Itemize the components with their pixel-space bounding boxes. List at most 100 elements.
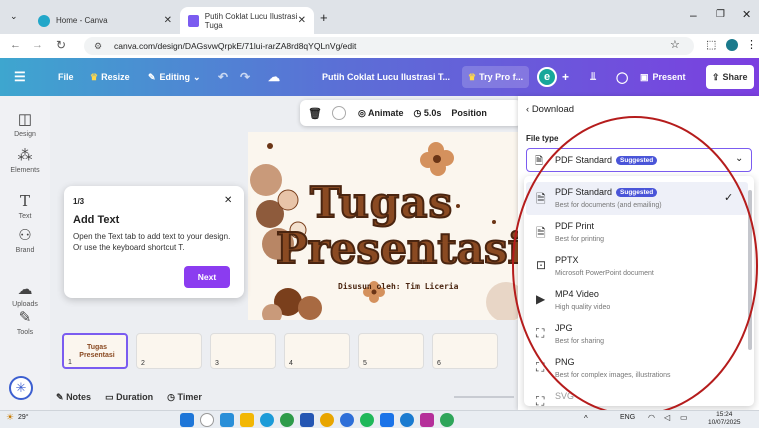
sidebar-item-tools[interactable]: ✎ Tools <box>0 308 50 336</box>
slide-thumbnail-3[interactable]: 3 <box>210 333 276 369</box>
slide-thumbnail-1[interactable]: Tugas Presentasi 1 <box>62 333 128 369</box>
share-button[interactable]: ⇪ Share <box>706 65 754 89</box>
app-icon[interactable] <box>380 413 394 427</box>
search-icon[interactable] <box>200 413 214 427</box>
back-icon[interactable]: ← <box>10 39 21 51</box>
duration-button[interactable]: ◷ 5.0s <box>414 108 442 119</box>
chevron-down-icon: ⌄ <box>193 71 201 82</box>
spotify-icon[interactable] <box>360 413 374 427</box>
clock[interactable]: 15:24 10/07/2025 <box>708 411 741 427</box>
magic-assistant-icon[interactable]: ✳ <box>9 376 33 400</box>
reload-icon[interactable]: ↻ <box>56 38 66 52</box>
app-icon[interactable] <box>400 413 414 427</box>
bookmark-star-icon[interactable]: ☆ <box>670 38 680 51</box>
insights-chart-icon[interactable]: ⫫ <box>590 58 596 96</box>
forward-icon[interactable]: → <box>32 39 43 51</box>
weather-icon[interactable]: ☀ <box>6 412 14 423</box>
editing-mode-button[interactable]: ✎ Editing ⌄ <box>148 58 201 96</box>
trash-icon[interactable]: 🗑 <box>308 107 322 120</box>
slide-thumbnail-6[interactable]: 6 <box>432 333 498 369</box>
present-button[interactable]: ▣ Present <box>640 58 686 96</box>
slide-thumbnail-2[interactable]: 2 <box>136 333 202 369</box>
sidebar-item-uploads[interactable]: ☁ Uploads <box>0 280 50 308</box>
tip-step: 1/3 <box>73 197 85 206</box>
duration-value: 5.0s <box>423 107 442 118</box>
tab-putih-coklat[interactable]: Putih Coklat Lucu Ilustrasi Tuga ✕ <box>180 7 314 34</box>
file-explorer-icon[interactable] <box>240 413 254 427</box>
chrome-icon[interactable] <box>280 413 294 427</box>
app-icon[interactable] <box>320 413 334 427</box>
user-avatar[interactable]: e <box>537 67 557 87</box>
widgets-icon[interactable] <box>220 413 234 427</box>
try-pro-button[interactable]: ♛ Try Pro f... <box>462 66 530 88</box>
sidebar-item-label: Brand <box>15 247 35 254</box>
close-tab-icon[interactable]: ✕ <box>298 15 306 26</box>
resize-button[interactable]: ♛ Resize <box>90 58 130 96</box>
volume-icon[interactable]: ◁ <box>664 413 670 422</box>
cloud-saved-icon[interactable]: ☁ <box>268 58 280 96</box>
thumbnail-number: 1 <box>68 359 72 366</box>
position-button[interactable]: Position <box>451 108 487 118</box>
close-tab-icon[interactable]: ✕ <box>164 15 172 26</box>
sidebar-item-elements[interactable]: ⁂ Elements <box>0 146 50 174</box>
thumbnail-title: Tugas Presentasi <box>79 344 115 359</box>
sidebar-item-brand[interactable]: ⚇ Brand <box>0 226 50 254</box>
brand-icon: ⚇ <box>18 227 32 244</box>
flower-icon <box>262 288 322 320</box>
dot-shape <box>456 204 460 208</box>
slide-canvas[interactable]: Tugas Presentasi Disusun oleh: Tim Licer… <box>248 132 518 320</box>
timer-icon: ◷ <box>167 391 175 402</box>
slide-author[interactable]: Disusun oleh: Tim Liceria <box>338 282 458 291</box>
duration-toggle-button[interactable]: ▭ Duration <box>105 392 153 403</box>
tab-home-canva[interactable]: Home - Canva ✕ <box>30 7 180 34</box>
design-title[interactable]: Putih Coklat Lucu Ilustrasi T... <box>322 58 450 96</box>
thumbnail-number: 2 <box>141 360 145 367</box>
extensions-icon[interactable]: ⬚ <box>706 38 716 51</box>
tab-list-chevron-icon[interactable]: ⌄ <box>10 11 18 22</box>
chrome-active-icon[interactable] <box>440 413 454 427</box>
slide-title-line1[interactable]: Tugas <box>309 177 453 228</box>
notes-button[interactable]: ✎ Notes <box>56 392 91 403</box>
profile-avatar-icon[interactable] <box>726 39 738 51</box>
browser-menu-icon[interactable]: ⋮ <box>746 38 757 51</box>
app-icon[interactable] <box>420 413 434 427</box>
bubble-shape <box>277 189 299 211</box>
redo-icon[interactable]: ↷ <box>240 58 250 96</box>
minimize-icon[interactable]: – <box>690 8 697 22</box>
slide-title-line2[interactable]: Presentasi <box>275 223 518 274</box>
wifi-icon[interactable]: ◠ <box>648 413 655 422</box>
sidebar-item-text[interactable]: T Text <box>0 192 50 220</box>
crown-icon: ♛ <box>468 71 477 82</box>
store-icon[interactable] <box>300 413 314 427</box>
url-field[interactable]: ⚙ canva.com/design/DAGsvwQrpkE/71lui-rar… <box>84 37 694 55</box>
present-label: Present <box>652 72 686 82</box>
color-swatch[interactable] <box>331 106 346 120</box>
undo-icon[interactable]: ↶ <box>218 58 228 96</box>
battery-icon[interactable]: ▭ <box>680 413 688 422</box>
system-tray-chevron-icon[interactable]: ^ <box>584 414 588 423</box>
windows-start-icon[interactable] <box>180 413 194 427</box>
chevron-down-icon: ⌄ <box>735 153 744 164</box>
new-tab-icon[interactable]: + <box>320 10 328 25</box>
app-icon[interactable] <box>340 413 354 427</box>
file-menu[interactable]: File <box>58 58 74 96</box>
edge-browser-icon[interactable] <box>260 413 274 427</box>
sidebar-item-design[interactable]: ◫ Design <box>0 110 50 138</box>
slide-thumbnail-4[interactable]: 4 <box>284 333 350 369</box>
slide-thumbnail-5[interactable]: 5 <box>358 333 424 369</box>
add-collaborator-icon[interactable]: + <box>562 58 569 96</box>
sidebar-item-label: Elements <box>10 167 40 174</box>
close-window-icon[interactable]: ✕ <box>742 8 751 21</box>
menu-icon[interactable]: ☰ <box>14 58 26 96</box>
close-tip-icon[interactable]: ✕ <box>224 195 232 206</box>
next-button[interactable]: Next <box>184 266 230 288</box>
restore-icon[interactable]: ❐ <box>716 9 725 20</box>
animate-button[interactable]: ◎ Animate <box>358 108 404 119</box>
browser-tab-bar: ⌄ Home - Canva ✕ Putih Coklat Lucu Ilust… <box>0 0 759 34</box>
download-back-button[interactable]: ‹ Download <box>526 104 574 115</box>
zoom-slider[interactable] <box>454 396 514 398</box>
language-indicator[interactable]: ENG <box>620 414 635 421</box>
timer-button[interactable]: ◷ Timer <box>167 392 202 403</box>
comments-icon[interactable]: ◯ <box>616 58 628 96</box>
site-info-icon[interactable]: ⚙ <box>94 37 102 55</box>
